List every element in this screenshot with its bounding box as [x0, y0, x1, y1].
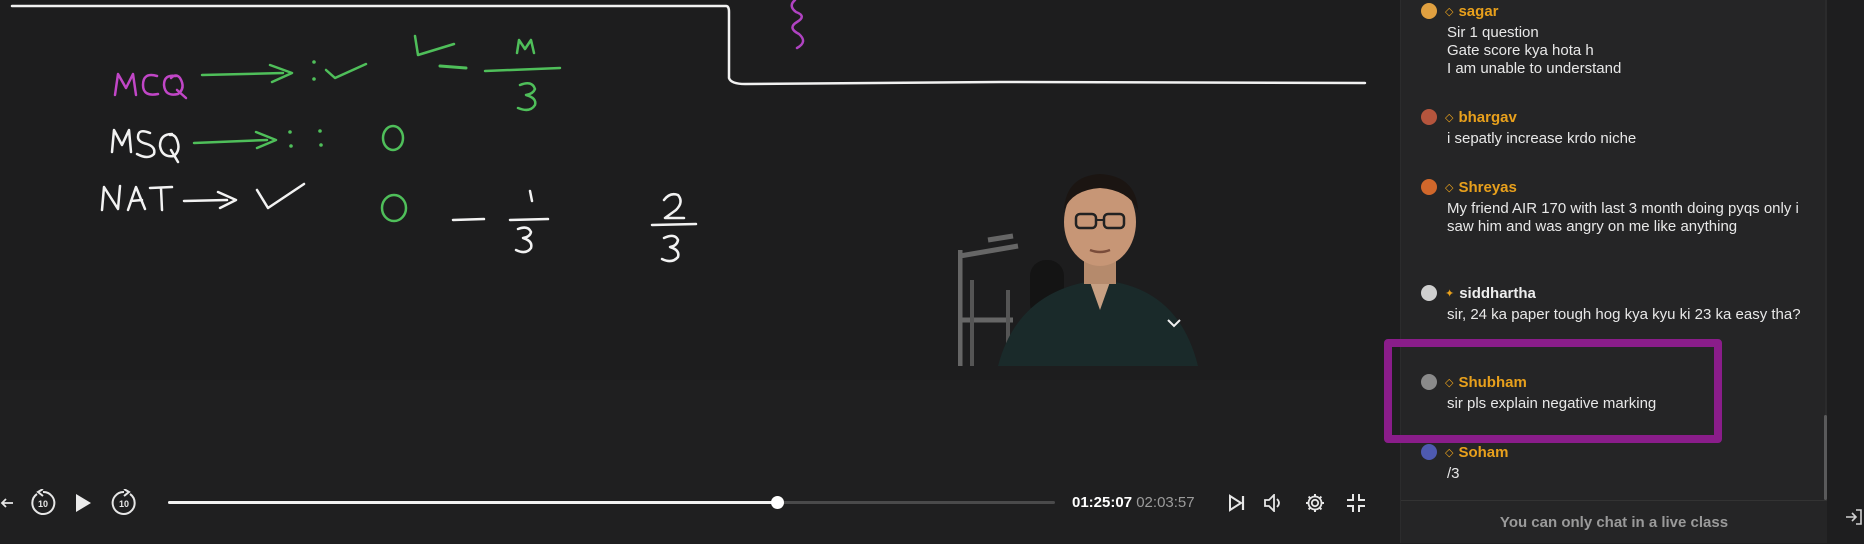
volume-icon [1264, 494, 1280, 512]
chat-message-header: ✦ siddhartha [1421, 284, 1801, 302]
exit-chat-button[interactable] [1845, 508, 1863, 526]
chat-message-list[interactable]: ◇ sagar Sir 1 question Gate score kya hota… [1401, 0, 1827, 500]
progress-thumb[interactable] [771, 496, 785, 509]
chat-message-header: ◇ Shreyas [1421, 178, 1801, 196]
chat-message-text: My friend AIR 170 with last 3 month doin… [1447, 200, 1799, 235]
video-stage[interactable]: 10 10 01:25:07 02:03:57 [0, 0, 1400, 543]
chat-message: ◇ bhargav i sepatly increase krdo niche [1421, 108, 1801, 148]
chat-message: ◇ Shubham sir pls explain negative marking [1421, 373, 1801, 413]
avatar[interactable] [1421, 285, 1437, 301]
prev-chapter-icon[interactable] [0, 480, 14, 526]
avatar[interactable] [1421, 179, 1437, 195]
settings-button[interactable] [1303, 480, 1327, 526]
chat-message-header: ◇ Soham [1421, 443, 1801, 461]
user-badge-icon: ◇ [1445, 181, 1454, 194]
user-badge-icon: ✦ [1445, 287, 1455, 300]
avatar[interactable] [1421, 3, 1437, 19]
chat-username[interactable]: bhargav [1458, 109, 1516, 126]
chat-message: ✦ siddhartha sir, 24 ka paper tough hog ky… [1421, 284, 1801, 324]
chat-message: ◇ Shreyas My friend AIR 170 with last 3 mo… [1421, 178, 1801, 236]
avatar[interactable] [1421, 374, 1437, 390]
forward-10-button[interactable]: 10 [110, 480, 138, 526]
chat-message-text: /3 [1447, 465, 1460, 482]
forward-10-label: 10 [119, 499, 129, 509]
avatar[interactable] [1421, 109, 1437, 125]
exit-fullscreen-icon [1347, 494, 1365, 512]
chat-message-text: Sir 1 question Gate score kya hota h I a… [1447, 24, 1622, 77]
chat-message: ◇ Soham/3 [1421, 443, 1801, 483]
chat-message-header: ◇ sagar [1421, 2, 1801, 20]
chat-message-text: sir, 24 ka paper tough hog kya kyu ki 23… [1447, 306, 1801, 323]
side-strip [1827, 0, 1864, 543]
avatar[interactable] [1421, 444, 1437, 460]
chat-message-text: sir pls explain negative marking [1447, 395, 1657, 412]
chat-username[interactable]: siddhartha [1459, 285, 1536, 302]
chat-username[interactable]: Soham [1458, 444, 1508, 461]
user-badge-icon: ◇ [1445, 446, 1454, 459]
chat-username[interactable]: sagar [1458, 3, 1498, 20]
exit-fullscreen-button[interactable] [1345, 480, 1367, 526]
chat-message-header: ◇ Shubham [1421, 373, 1801, 391]
logout-icon [1846, 509, 1862, 525]
rewind-10-icon: 10 [31, 489, 56, 515]
chat-message-header: ◇ bhargav [1421, 108, 1801, 126]
settings-icon [1306, 494, 1324, 512]
rewind-10-label: 10 [38, 499, 48, 509]
rewind-10-button[interactable]: 10 [29, 480, 57, 526]
forward-10-icon: 10 [111, 489, 136, 515]
chat-disabled-notice: You can only chat in a live class [1401, 500, 1827, 544]
player-controls: 10 10 01:25:07 02:03:57 [0, 480, 1400, 526]
chat-username[interactable]: Shubham [1458, 374, 1526, 391]
whiteboard [0, 0, 1400, 380]
progress-fill [168, 501, 778, 504]
time-current: 01:25:07 [1072, 494, 1133, 511]
user-badge-icon: ◇ [1445, 5, 1454, 18]
chat-username[interactable]: Shreyas [1458, 179, 1516, 196]
instructor-webcam [958, 170, 1230, 366]
time-total: 02:03:57 [1136, 494, 1195, 511]
next-icon [1229, 494, 1245, 512]
chat-message: ◇ sagar Sir 1 question Gate score kya hota… [1421, 2, 1801, 78]
time-display: 01:25:07 02:03:57 [1072, 480, 1195, 526]
progress-bar[interactable] [168, 496, 1055, 509]
play-button[interactable] [72, 480, 94, 526]
chat-message-text: i sepatly increase krdo niche [1447, 130, 1637, 147]
user-badge-icon: ◇ [1445, 376, 1454, 389]
volume-button[interactable] [1262, 480, 1286, 526]
next-button[interactable] [1226, 480, 1248, 526]
play-icon [76, 494, 91, 512]
chat-panel: ◇ sagar Sir 1 question Gate score kya hota… [1400, 0, 1827, 543]
user-badge-icon: ◇ [1445, 111, 1454, 124]
instructor-avatar [958, 170, 1230, 366]
